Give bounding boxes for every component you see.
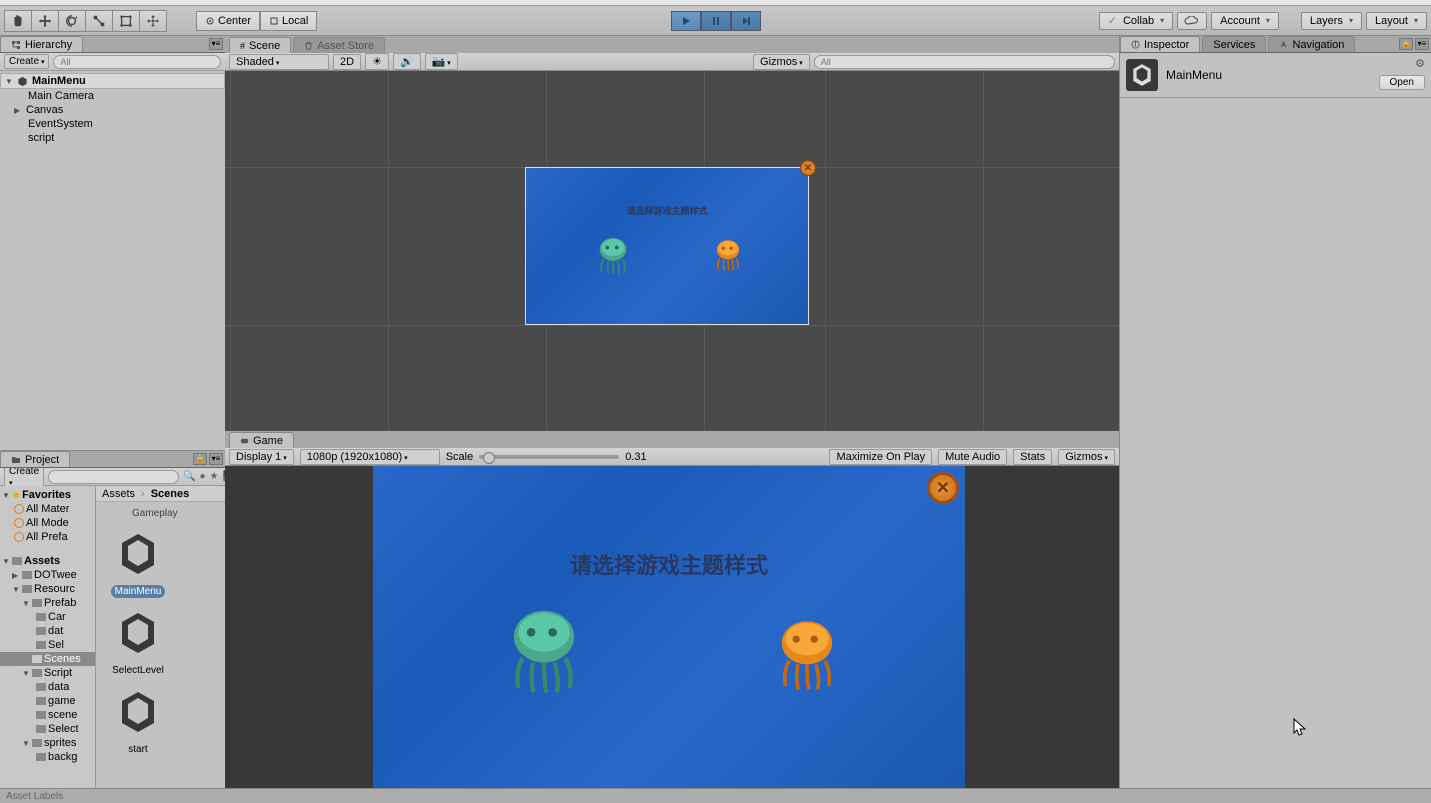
asset-labels-bar[interactable]: Asset Labels — [0, 788, 1431, 803]
maximize-toggle[interactable]: Maximize On Play — [829, 449, 932, 465]
pivot-local[interactable]: Local — [260, 11, 317, 31]
move-tool[interactable] — [31, 10, 59, 32]
asset-store-icon — [304, 41, 313, 50]
scene-toolbar: Shaded 2D ☀ 🔊 📷 Gizmos — [225, 53, 1119, 71]
main-toolbar: Center Local ✓Collab Account Layers Layo… — [0, 6, 1431, 36]
hierarchy-item[interactable]: EventSystem — [0, 117, 225, 131]
inspector-panel: iInspector Services Navigation 🔒▾≡ MainM… — [1119, 36, 1431, 803]
game-title-text: 请选择游戏主题样式 — [626, 204, 707, 217]
jellyfish-orange — [712, 238, 744, 276]
game-gizmos[interactable]: Gizmos — [1058, 449, 1115, 465]
close-icon[interactable]: ✕ — [800, 160, 816, 176]
scenes-folder[interactable]: Scenes — [0, 652, 95, 666]
inspector-tab[interactable]: iInspector — [1120, 36, 1200, 52]
collab-dropdown[interactable]: ✓Collab — [1099, 12, 1173, 30]
open-button[interactable]: Open — [1379, 75, 1425, 90]
filter-type-icon[interactable]: ● — [199, 471, 205, 482]
panel-options[interactable]: ▾≡ — [209, 38, 223, 50]
inspector-asset-icon — [1126, 59, 1158, 91]
game-canvas[interactable]: ✕ 请选择游戏主题样式 — [373, 466, 965, 803]
gear-icon[interactable]: ⚙ — [1415, 57, 1425, 70]
fx-toggle[interactable]: 📷 — [425, 53, 458, 70]
hierarchy-search[interactable] — [53, 55, 221, 69]
asset-grid: Gameplay MainMenu SelectLevel start — [96, 502, 225, 803]
folder-icon — [11, 455, 21, 465]
account-dropdown[interactable]: Account — [1211, 12, 1279, 30]
transform-tool[interactable] — [139, 10, 167, 32]
jellyfish-green — [594, 236, 632, 280]
search-icon — [14, 504, 24, 514]
star-icon: ★ — [12, 490, 20, 501]
info-icon: i — [1131, 40, 1140, 49]
hierarchy-create[interactable]: Create — [4, 54, 49, 69]
scale-slider[interactable] — [479, 455, 619, 459]
hierarchy-tree[interactable]: ▼MainMenu Main Camera ▶Canvas EventSyste… — [0, 71, 225, 450]
hand-tool[interactable] — [4, 10, 32, 32]
search-icon — [14, 532, 24, 542]
game-view[interactable]: ✕ 请选择游戏主题样式 — [225, 466, 1119, 803]
jellyfish-orange[interactable] — [771, 616, 843, 702]
display-dropdown[interactable]: Display 1 — [229, 449, 294, 465]
breadcrumb[interactable]: Assets›Scenes — [96, 486, 225, 502]
scale-tool[interactable] — [85, 10, 113, 32]
shading-mode[interactable]: Shaded — [229, 54, 329, 70]
hierarchy-tab[interactable]: Hierarchy — [0, 36, 83, 52]
hierarchy-item[interactable]: ▶Canvas — [0, 103, 225, 117]
project-tree[interactable]: ▼★Favorites All Mater All Mode All Prefa… — [0, 486, 96, 803]
game-tab[interactable]: Game — [229, 432, 294, 448]
search-icon — [14, 518, 24, 528]
project-tab[interactable]: Project — [0, 451, 70, 467]
scene-asset[interactable]: start — [102, 683, 174, 756]
scene-canvas[interactable]: ✕ 请选择游戏主题样式 — [525, 167, 809, 325]
panel-lock[interactable]: 🔒 — [193, 453, 207, 465]
unity-scene-icon — [17, 76, 28, 87]
jellyfish-green[interactable] — [501, 606, 587, 706]
layers-dropdown[interactable]: Layers — [1301, 12, 1362, 30]
svg-text:i: i — [1134, 40, 1136, 49]
folder-icon — [12, 557, 22, 565]
hierarchy-panel: Hierarchy ▾≡ Create ▼MainMenu Main Camer… — [0, 36, 225, 451]
nav-icon — [1279, 40, 1288, 49]
step-button[interactable] — [731, 11, 761, 31]
stats-toggle[interactable]: Stats — [1013, 449, 1052, 465]
lighting-toggle[interactable]: ☀ — [365, 53, 389, 70]
gizmos-dropdown[interactable]: Gizmos — [753, 54, 810, 70]
scene-tab[interactable]: #Scene — [229, 37, 291, 53]
project-panel: Project 🔒▾≡ Create 🔍 ● ★ 💾 ▼★Favorites A… — [0, 451, 225, 803]
hierarchy-item[interactable]: script — [0, 131, 225, 145]
services-tab[interactable]: Services — [1202, 36, 1266, 52]
audio-toggle[interactable]: 🔊 — [393, 53, 421, 70]
scene-asset[interactable]: SelectLevel — [102, 604, 174, 677]
game-icon — [240, 436, 249, 445]
hierarchy-icon — [11, 40, 21, 50]
rotate-tool[interactable] — [58, 10, 86, 32]
layout-dropdown[interactable]: Layout — [1366, 12, 1427, 30]
filter-label-icon[interactable]: ★ — [210, 471, 219, 482]
asset-store-tab[interactable]: Asset Store — [293, 37, 385, 53]
scene-search[interactable] — [814, 55, 1115, 69]
cloud-button[interactable] — [1177, 12, 1207, 30]
close-icon[interactable]: ✕ — [927, 472, 959, 504]
panel-options[interactable]: ▾≡ — [1415, 38, 1429, 50]
navigation-tab[interactable]: Navigation — [1268, 36, 1355, 52]
hierarchy-item[interactable]: Main Camera — [0, 89, 225, 103]
scene-asset[interactable]: MainMenu — [102, 525, 174, 598]
scene-root[interactable]: ▼MainMenu — [0, 73, 225, 89]
pause-button[interactable] — [701, 11, 731, 31]
panel-options[interactable]: ▾≡ — [209, 453, 223, 465]
filter-icon[interactable]: 🔍 — [183, 471, 195, 482]
rect-tool[interactable] — [112, 10, 140, 32]
scene-view[interactable]: ✕ 请选择游戏主题样式 — [225, 71, 1119, 431]
project-search[interactable] — [48, 470, 179, 484]
mute-toggle[interactable]: Mute Audio — [938, 449, 1007, 465]
game-title-large: 请选择游戏主题样式 — [570, 548, 768, 580]
inspector-asset-name: MainMenu — [1166, 68, 1222, 82]
game-toolbar: Display 1 1080p (1920x1080) Scale 0.31 M… — [225, 448, 1119, 466]
resolution-dropdown[interactable]: 1080p (1920x1080) — [300, 449, 440, 465]
2d-toggle[interactable]: 2D — [333, 54, 361, 70]
play-button[interactable] — [671, 11, 701, 31]
pivot-center[interactable]: Center — [196, 11, 260, 31]
panel-lock[interactable]: 🔒 — [1399, 38, 1413, 50]
